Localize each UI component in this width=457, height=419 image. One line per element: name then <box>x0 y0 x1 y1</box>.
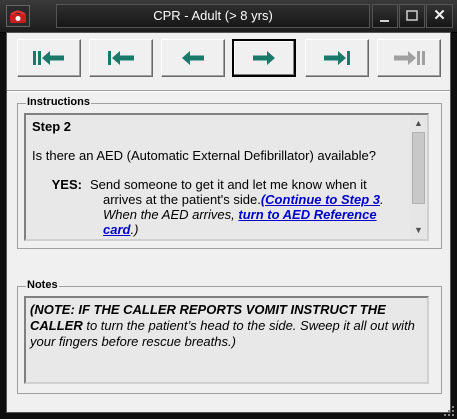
instructions-text: Step 2 Is there an AED (Automatic Extern… <box>32 119 412 237</box>
yes-label: YES: <box>51 177 82 192</box>
next-button[interactable] <box>232 39 296 77</box>
previous-section-button[interactable] <box>89 39 153 77</box>
continue-step3-link[interactable]: (Continue to Step 3 <box>261 192 380 207</box>
next-section-button[interactable] <box>305 39 369 77</box>
next-bar-arrow-icon <box>324 51 350 65</box>
phone-icon[interactable] <box>6 5 30 27</box>
left-arrow-icon <box>182 51 204 65</box>
instructions-scrollbar[interactable]: ▲ ▼ <box>410 115 427 239</box>
scroll-down-icon[interactable]: ▼ <box>410 222 427 239</box>
last-arrow-icon <box>394 51 425 65</box>
main-panel: Instructions Step 2 Is there an AED (Aut… <box>6 32 451 413</box>
scroll-thumb[interactable] <box>412 132 425 204</box>
prev-bar-arrow-icon <box>108 51 134 65</box>
toolbar-divider <box>7 90 450 92</box>
right-arrow-icon <box>253 51 275 65</box>
notes-text: (NOTE: IF THE CALLER REPORTS VOMIT INSTR… <box>30 302 415 349</box>
instructions-group: Instructions Step 2 Is there an AED (Aut… <box>17 96 442 249</box>
question-text: Is there an AED (Automatic External Defi… <box>32 148 376 163</box>
instructions-label: Instructions <box>26 96 91 108</box>
notes-panel[interactable]: (NOTE: IF THE CALLER REPORTS VOMIT INSTR… <box>24 296 429 384</box>
first-arrow-icon <box>33 51 64 65</box>
yes-line-4: card.) <box>103 222 139 237</box>
notes-group: Notes (NOTE: IF THE CALLER REPORTS VOMIT… <box>17 279 442 394</box>
window-title: CPR - Adult (> 8 yrs) <box>56 4 370 28</box>
instructions-panel[interactable]: Step 2 Is there an AED (Automatic Extern… <box>24 113 429 241</box>
yes-line-3: When the AED arrives, turn to AED Refere… <box>103 207 377 222</box>
minimize-button[interactable] <box>372 4 398 28</box>
first-step-button[interactable] <box>17 39 81 77</box>
yes-answer: YES: Send someone to get it and let me k… <box>32 177 412 192</box>
yes-line-1: Send someone to get it and let me know w… <box>90 177 367 192</box>
resize-grip-icon[interactable] <box>443 405 455 417</box>
aed-reference-link[interactable]: turn to AED Reference <box>238 207 376 222</box>
title-bar[interactable]: CPR - Adult (> 8 yrs) ✕ <box>0 0 457 33</box>
close-icon: ✕ <box>433 7 446 24</box>
last-step-button[interactable] <box>377 39 441 77</box>
yes-line-2: arrives at the patient's side.(Continue … <box>103 192 384 207</box>
maximize-button[interactable] <box>399 4 425 28</box>
back-button[interactable] <box>161 39 225 77</box>
close-button[interactable]: ✕ <box>426 4 453 28</box>
step-title: Step 2 <box>32 119 72 134</box>
aed-card-link[interactable]: card <box>103 222 130 237</box>
scroll-up-icon[interactable]: ▲ <box>410 115 427 132</box>
notes-label: Notes <box>26 279 59 291</box>
app-window: CPR - Adult (> 8 yrs) ✕ Instructions Ste… <box>0 0 457 419</box>
